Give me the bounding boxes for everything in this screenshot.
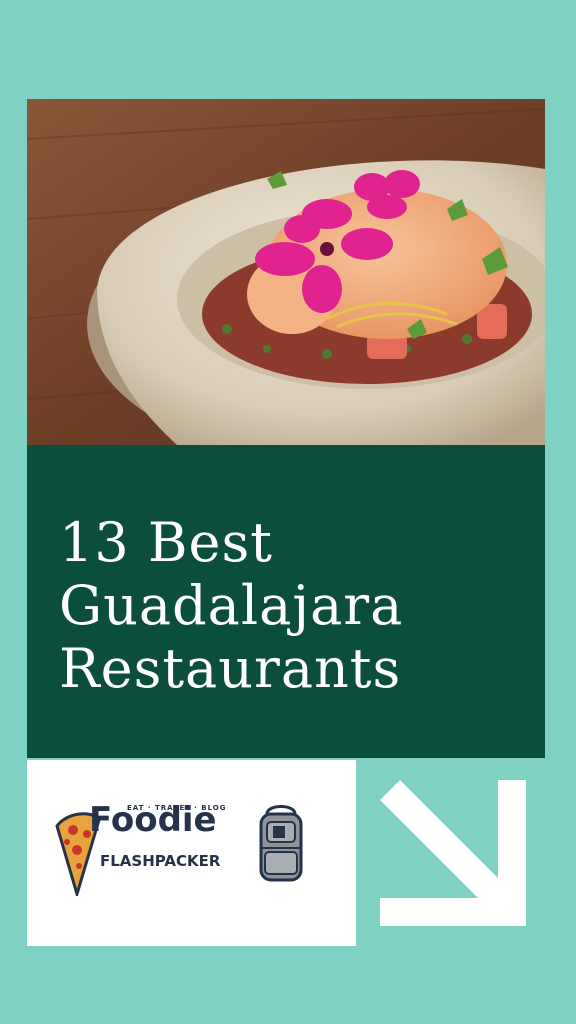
hero-photo [27, 99, 545, 445]
title-line: 13 Best [59, 511, 273, 574]
arrow-down-right-icon [380, 780, 526, 926]
brand-logo[interactable]: EAT · TRAVEL · BLOG Foodie FLASHPACKER [27, 760, 356, 946]
title-panel: 13 Best Guadalajara Restaurants [27, 445, 545, 758]
open-article-button[interactable] [356, 760, 545, 946]
brand-name-top: Foodie [89, 800, 217, 840]
page-title: 13 Best Guadalajara Restaurants [59, 511, 403, 700]
title-line: Restaurants [59, 637, 402, 700]
brand-name-bottom: FLASHPACKER [100, 852, 221, 870]
backpack-icon [259, 805, 303, 882]
title-line: Guadalajara [59, 574, 404, 637]
